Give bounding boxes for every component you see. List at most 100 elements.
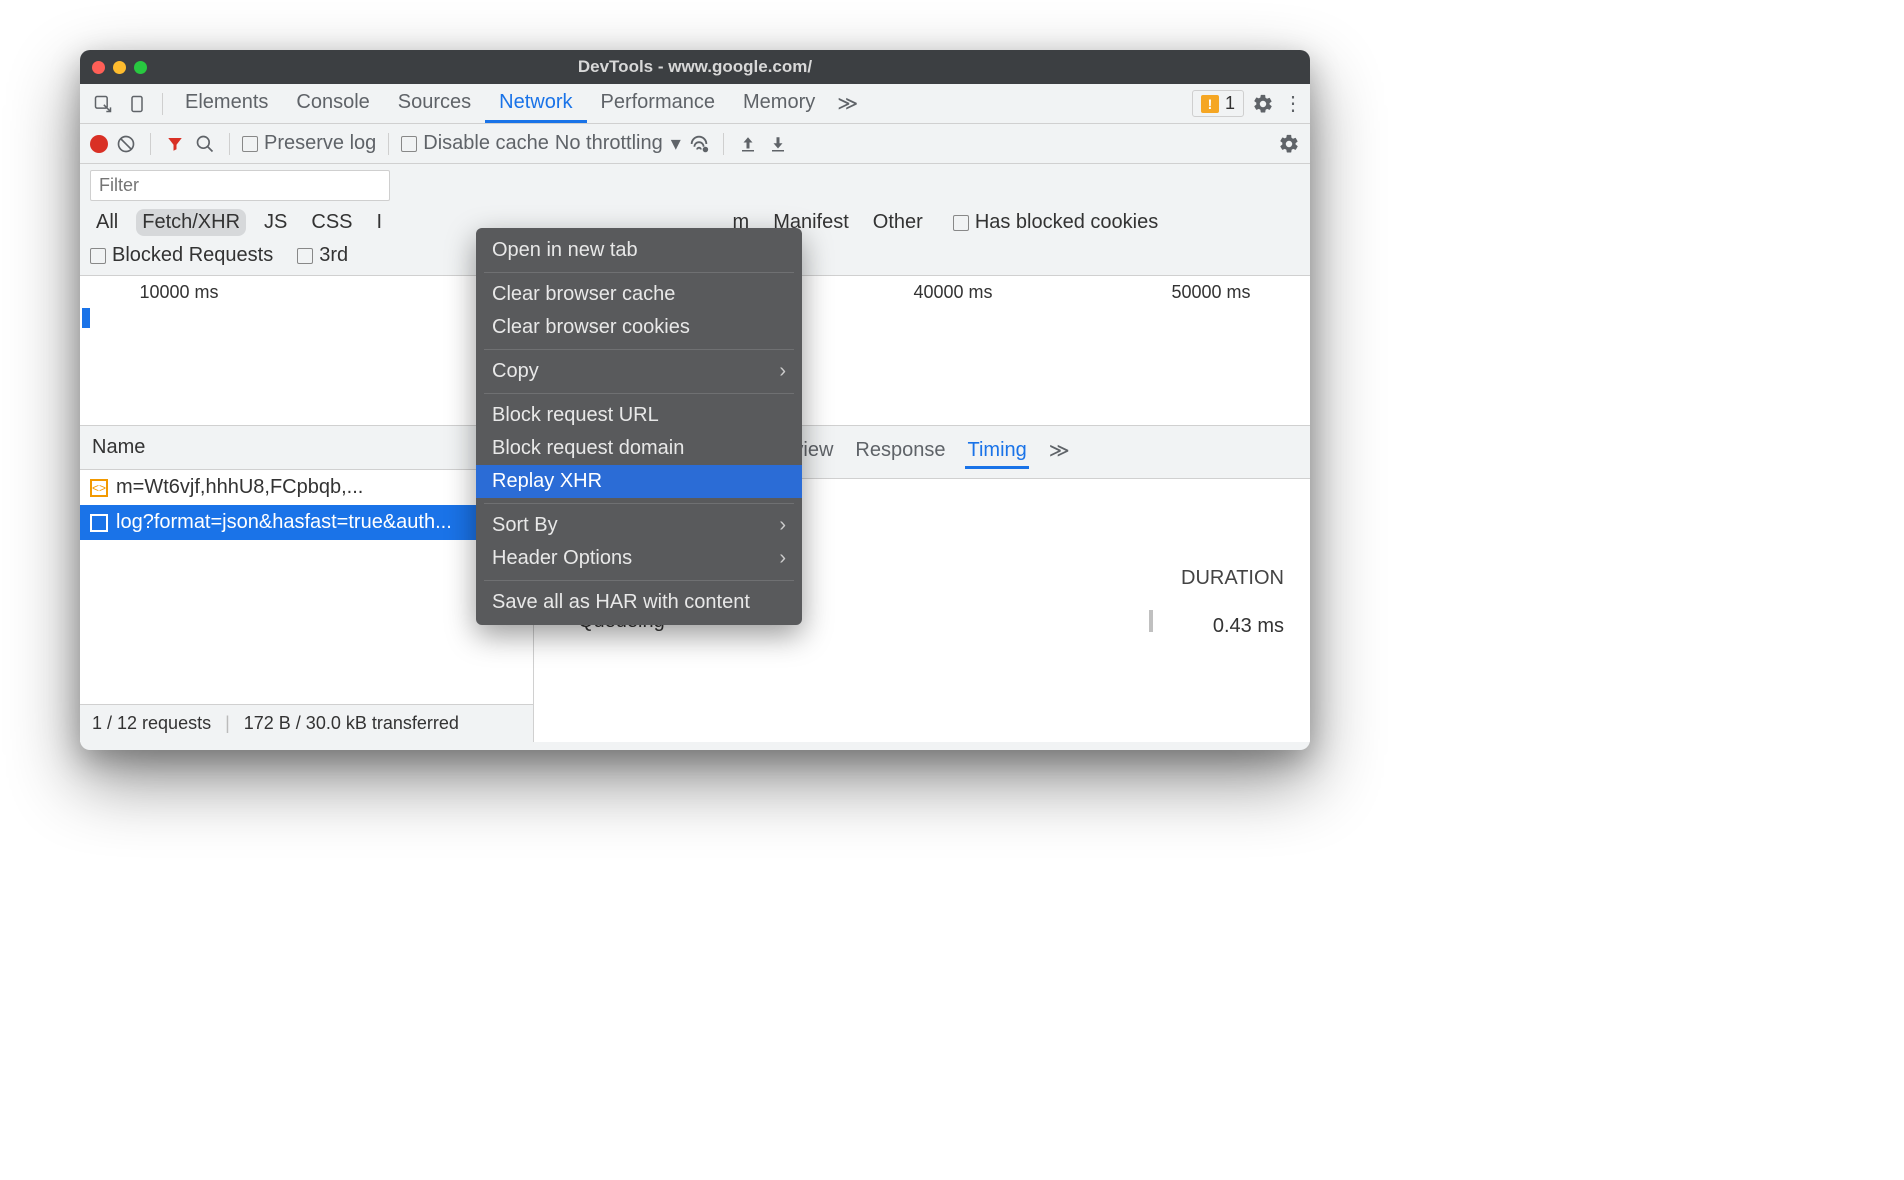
timing-bar-icon [1149, 610, 1153, 632]
separator [484, 503, 794, 504]
duration-label: DURATION [1181, 567, 1284, 590]
titlebar: DevTools - www.google.com/ [80, 50, 1310, 84]
preserve-log-label: Preserve log [264, 132, 376, 155]
timeline-activity-marker [82, 308, 90, 328]
checkbox-icon [401, 136, 417, 152]
tab-console[interactable]: Console [282, 84, 383, 123]
separator [723, 133, 724, 155]
request-name: log?format=json&hasfast=true&auth... [116, 511, 452, 534]
blocked-requests-checkbox[interactable]: Blocked Requests [90, 244, 273, 267]
menu-block-url[interactable]: Block request URL [476, 399, 802, 432]
traffic-lights [92, 61, 147, 74]
request-name: m=Wt6vjf,hhhU8,FCpbqb,... [116, 476, 363, 499]
settings-icon[interactable] [1252, 93, 1274, 115]
checkbox-icon [90, 248, 106, 264]
separator [484, 580, 794, 581]
throttling-select[interactable]: No throttling ▾ [555, 131, 681, 156]
separator [484, 349, 794, 350]
request-list: Name <> m=Wt6vjf,hhhU8,FCpbqb,... log?fo… [80, 426, 534, 742]
filter-input[interactable] [90, 170, 390, 201]
window-title: DevTools - www.google.com/ [80, 57, 1310, 77]
tabs-overflow-icon[interactable]: ≫ [1047, 434, 1072, 470]
timeline-mark: 40000 ms [868, 282, 1038, 303]
search-icon[interactable] [193, 134, 217, 154]
upload-icon[interactable] [736, 135, 760, 153]
has-blocked-cookies-checkbox[interactable]: Has blocked cookies [953, 211, 1158, 234]
main-tabs: Elements Console Sources Network Perform… [80, 84, 1310, 124]
separator [484, 272, 794, 273]
filter-css[interactable]: CSS [305, 209, 358, 236]
chevron-right-icon: › [779, 360, 786, 383]
menu-block-domain[interactable]: Block request domain [476, 432, 802, 465]
close-window-button[interactable] [92, 61, 105, 74]
column-header-name[interactable]: Name [80, 426, 533, 470]
filter-other[interactable]: Other [867, 209, 929, 236]
timeline-mark: 50000 ms [1126, 282, 1296, 303]
checkbox-icon [242, 136, 258, 152]
status-bar: 1 / 12 requests | 172 B / 30.0 kB transf… [80, 704, 533, 742]
tab-memory[interactable]: Memory [729, 84, 829, 123]
blocked-requests-label: Blocked Requests [112, 244, 273, 267]
menu-copy[interactable]: Copy› [476, 355, 802, 388]
inspect-icon[interactable] [90, 91, 116, 117]
separator [484, 393, 794, 394]
devtools-window: DevTools - www.google.com/ Elements Cons… [80, 50, 1310, 750]
filter-js[interactable]: JS [258, 209, 293, 236]
separator [150, 133, 151, 155]
third-party-label: 3rd [319, 244, 348, 267]
tab-timing[interactable]: Timing [965, 435, 1028, 469]
disable-cache-checkbox[interactable]: Disable cache [401, 132, 549, 155]
download-icon[interactable] [766, 135, 790, 153]
menu-clear-cookies[interactable]: Clear browser cookies [476, 311, 802, 344]
warning-icon: ! [1201, 95, 1219, 113]
tab-response[interactable]: Response [853, 435, 947, 469]
chevron-right-icon: › [779, 547, 786, 570]
third-party-checkbox[interactable]: 3rd [297, 244, 348, 267]
checkbox-icon [297, 248, 313, 264]
table-row[interactable]: log?format=json&hasfast=true&auth... [80, 505, 533, 540]
queueing-value: 0.43 ms [1213, 615, 1284, 637]
filter-fetch-xhr[interactable]: Fetch/XHR [136, 209, 246, 236]
device-toggle-icon[interactable] [124, 91, 150, 117]
separator [388, 133, 389, 155]
separator [229, 133, 230, 155]
kebab-menu-icon[interactable]: ⋮ [1282, 91, 1304, 116]
throttling-value: No throttling [555, 132, 663, 155]
issues-count: 1 [1225, 93, 1235, 114]
tab-elements[interactable]: Elements [171, 84, 282, 123]
menu-replay-xhr[interactable]: Replay XHR [476, 465, 802, 498]
request-count: 1 / 12 requests [92, 713, 211, 734]
xhr-icon [90, 514, 108, 532]
preserve-log-checkbox[interactable]: Preserve log [242, 132, 376, 155]
script-icon: <> [90, 479, 108, 497]
maximize-window-button[interactable] [134, 61, 147, 74]
filter-img[interactable]: Img [371, 209, 383, 236]
chevron-down-icon: ▾ [671, 131, 681, 156]
network-conditions-icon[interactable] [687, 133, 711, 155]
separator [162, 93, 163, 115]
tab-performance[interactable]: Performance [587, 84, 730, 123]
tab-network[interactable]: Network [485, 84, 586, 123]
panel-settings-icon[interactable] [1278, 133, 1300, 155]
menu-clear-cache[interactable]: Clear browser cache [476, 278, 802, 311]
context-menu: Open in new tab Clear browser cache Clea… [476, 228, 802, 625]
menu-open-new-tab[interactable]: Open in new tab [476, 234, 802, 267]
menu-sort-by[interactable]: Sort By› [476, 509, 802, 542]
disable-cache-label: Disable cache [423, 132, 549, 155]
menu-save-har[interactable]: Save all as HAR with content [476, 586, 802, 619]
transferred-size: 172 B / 30.0 kB transferred [244, 713, 459, 734]
filter-icon[interactable] [163, 135, 187, 153]
record-button[interactable] [90, 135, 108, 153]
timeline-mark: 10000 ms [94, 282, 264, 303]
minimize-window-button[interactable] [113, 61, 126, 74]
has-blocked-cookies-label: Has blocked cookies [975, 211, 1158, 234]
table-row[interactable]: <> m=Wt6vjf,hhhU8,FCpbqb,... [80, 470, 533, 505]
tab-sources[interactable]: Sources [384, 84, 485, 123]
checkbox-icon [953, 215, 969, 231]
network-toolbar: Preserve log Disable cache No throttling… [80, 124, 1310, 164]
filter-all[interactable]: All [90, 209, 124, 236]
clear-icon[interactable] [114, 134, 138, 154]
tabs-overflow-icon[interactable]: ≫ [837, 91, 858, 116]
menu-header-options[interactable]: Header Options› [476, 542, 802, 575]
issues-badge[interactable]: ! 1 [1192, 90, 1244, 117]
